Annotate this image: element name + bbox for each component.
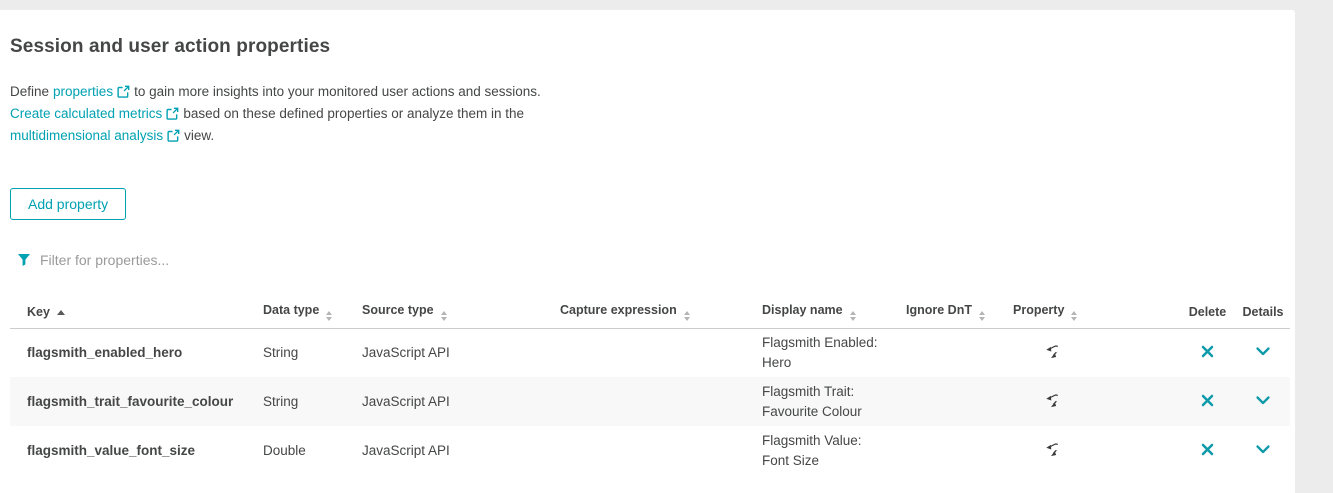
property-capture-expression xyxy=(560,328,762,377)
sort-icon xyxy=(441,311,447,321)
details-cell xyxy=(1236,426,1290,475)
details-cell xyxy=(1236,377,1290,426)
chevron-down-icon[interactable] xyxy=(1255,395,1271,406)
property-source-type: JavaScript API xyxy=(362,426,560,475)
delete-icon[interactable] xyxy=(1201,394,1214,407)
page-title: Session and user action properties xyxy=(10,36,1285,58)
chevron-down-icon[interactable] xyxy=(1255,346,1271,357)
sort-icon xyxy=(684,311,690,321)
intro-line1-pre: Define xyxy=(10,84,49,99)
property-key: flagsmith_enabled_hero xyxy=(10,328,263,377)
property-data-type: String xyxy=(263,377,362,426)
property-display-name: Flagsmith Enabled: Hero xyxy=(762,328,906,377)
property-source-type: JavaScript API xyxy=(362,377,560,426)
properties-link[interactable]: properties xyxy=(53,84,130,99)
property-ignore-dnt xyxy=(906,377,1013,426)
column-header-ignore-dnt[interactable]: Ignore DnT xyxy=(906,296,1013,328)
settings-card: Session and user action properties Defin… xyxy=(0,10,1295,493)
property-key: flagsmith_trait_favourite_colour xyxy=(10,377,263,426)
column-header-data-type[interactable]: Data type xyxy=(263,296,362,328)
property-capture-expression xyxy=(560,426,762,475)
user-action-property-icon xyxy=(1043,343,1060,360)
filter-bar xyxy=(17,250,1285,270)
property-ignore-dnt xyxy=(906,328,1013,377)
intro-line3-post: view. xyxy=(184,128,214,143)
property-type-cell xyxy=(1013,426,1179,475)
sort-icon xyxy=(979,311,985,321)
column-header-property[interactable]: Property xyxy=(1013,296,1179,328)
table-row: flagsmith_value_font_size Double JavaScr… xyxy=(10,426,1290,475)
external-link-icon xyxy=(167,129,180,142)
user-action-property-icon xyxy=(1043,392,1060,409)
table-row: flagsmith_trait_favourite_colour String … xyxy=(10,377,1290,426)
intro-text: Define properties to gain more insights … xyxy=(10,80,1285,146)
delete-icon[interactable] xyxy=(1201,443,1214,456)
column-header-delete: Delete xyxy=(1179,296,1236,328)
user-action-property-icon xyxy=(1043,441,1060,458)
sort-icon xyxy=(1071,311,1077,321)
properties-table: Key Data type Source type Capture expres… xyxy=(10,296,1290,475)
chevron-down-icon[interactable] xyxy=(1255,444,1271,455)
column-header-key[interactable]: Key xyxy=(10,296,263,328)
property-type-cell xyxy=(1013,377,1179,426)
filter-properties-input[interactable] xyxy=(40,252,460,268)
delete-cell xyxy=(1179,377,1236,426)
property-key: flagsmith_value_font_size xyxy=(10,426,263,475)
property-data-type: String xyxy=(263,328,362,377)
column-header-source-type[interactable]: Source type xyxy=(362,296,560,328)
property-data-type: Double xyxy=(263,426,362,475)
details-cell xyxy=(1236,328,1290,377)
delete-cell xyxy=(1179,328,1236,377)
external-link-icon xyxy=(117,85,130,98)
property-ignore-dnt xyxy=(906,426,1013,475)
create-calculated-metrics-link[interactable]: Create calculated metrics xyxy=(10,106,179,121)
table-header-row: Key Data type Source type Capture expres… xyxy=(10,296,1290,328)
property-capture-expression xyxy=(560,377,762,426)
multidimensional-analysis-link[interactable]: multidimensional analysis xyxy=(10,128,180,143)
table-row: flagsmith_enabled_hero String JavaScript… xyxy=(10,328,1290,377)
sort-ascending-icon xyxy=(57,310,65,315)
sort-icon xyxy=(326,311,332,321)
sort-icon xyxy=(850,311,856,321)
filter-funnel-icon xyxy=(17,253,31,267)
external-link-icon xyxy=(166,107,179,120)
property-display-name: Flagsmith Trait: Favourite Colour xyxy=(762,377,906,426)
column-header-capture-expression[interactable]: Capture expression xyxy=(560,296,762,328)
property-source-type: JavaScript API xyxy=(362,328,560,377)
property-type-cell xyxy=(1013,328,1179,377)
intro-line1-post: to gain more insights into your monitore… xyxy=(134,84,541,99)
delete-icon[interactable] xyxy=(1201,345,1214,358)
property-display-name: Flagsmith Value: Font Size xyxy=(762,426,906,475)
column-header-details: Details xyxy=(1236,296,1290,328)
intro-line2-post: based on these defined properties or ana… xyxy=(183,106,524,121)
delete-cell xyxy=(1179,426,1236,475)
add-property-button[interactable]: Add property xyxy=(10,188,126,220)
column-header-display-name[interactable]: Display name xyxy=(762,296,906,328)
